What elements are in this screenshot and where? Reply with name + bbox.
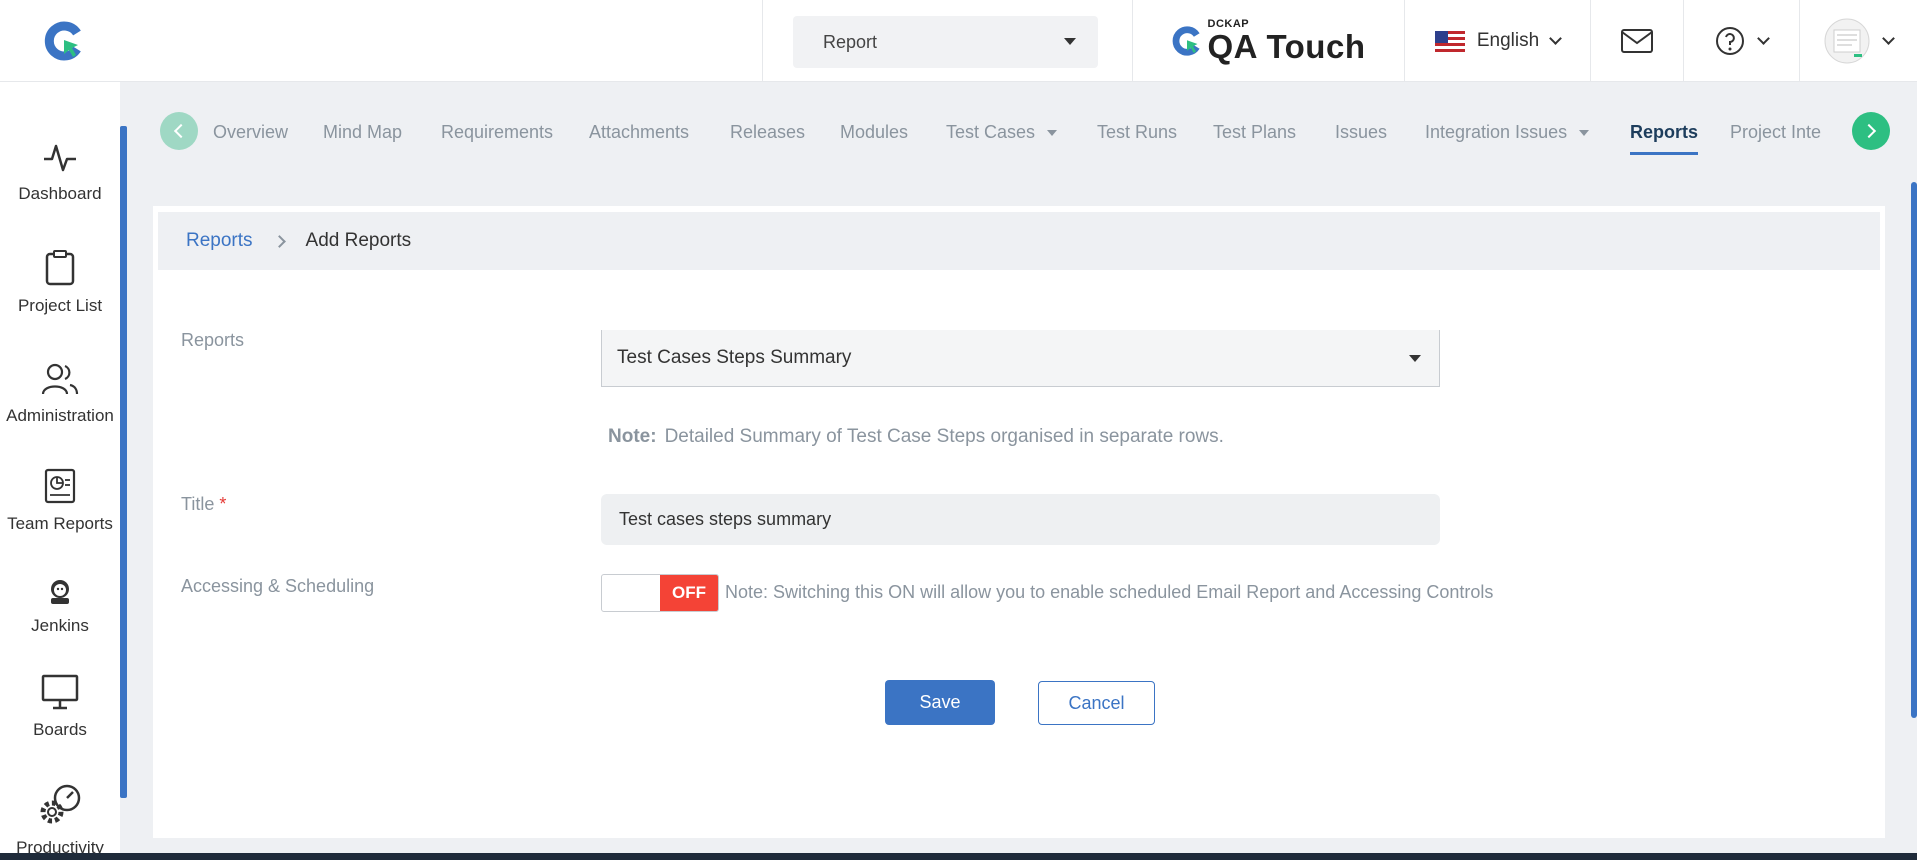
clipboard-icon	[45, 250, 75, 286]
qa-touch-logo-icon	[44, 21, 81, 61]
tab-test-plans[interactable]: Test Plans	[1213, 122, 1296, 143]
sidebar-item-label: Administration	[6, 406, 114, 425]
avatar	[1824, 18, 1870, 64]
sidebar-item-boards[interactable]: Boards	[0, 674, 120, 740]
title-label-text: Title	[181, 494, 215, 514]
sidebar-item-label: Project List	[17, 296, 103, 315]
page-scrollbar[interactable]	[1911, 182, 1917, 718]
accessing-scheduling-label: Accessing & Scheduling	[181, 576, 375, 596]
tab-reports[interactable]: Reports	[1630, 122, 1699, 155]
accessing-scheduling-toggle[interactable]: OFF	[601, 574, 719, 612]
sidebar-item-jenkins[interactable]: Jenkins	[0, 578, 120, 636]
reports-label: Reports	[181, 330, 245, 350]
tab-issues[interactable]: Issues	[1335, 122, 1387, 143]
cancel-button[interactable]: Cancel	[1038, 681, 1155, 725]
project-select-value: Report	[823, 31, 878, 52]
us-flag-icon	[1434, 30, 1465, 52]
user-menu[interactable]	[1799, 0, 1917, 82]
tab-attachments[interactable]: Attachments	[589, 122, 689, 143]
tabs-prev-button[interactable]	[160, 112, 198, 150]
tab-integration-issues[interactable]: Integration Issues	[1425, 122, 1590, 143]
breadcrumb: Reports Add Reports	[158, 212, 1880, 270]
language-selector[interactable]: English	[1404, 0, 1590, 82]
tabs-next-button[interactable]	[1852, 112, 1890, 150]
breadcrumb-reports-link[interactable]: Reports	[186, 230, 253, 252]
report-type-select[interactable]: Test Cases Steps Summary	[601, 330, 1440, 387]
project-select[interactable]: Report	[793, 16, 1098, 68]
report-icon	[44, 468, 76, 504]
tab-releases[interactable]: Releases	[730, 122, 805, 143]
report-type-value: Test Cases Steps Summary	[617, 347, 852, 368]
help-icon	[1716, 27, 1744, 55]
brand-cell: DCKAP QA Touch	[1132, 0, 1404, 82]
sidebar-item-team-reports[interactable]: Team Reports	[0, 468, 120, 534]
title-label: Title *	[181, 494, 226, 515]
presentation-board-icon	[41, 674, 79, 710]
sidebar-item-administration[interactable]: Administration	[0, 362, 120, 426]
gear-speed-icon	[40, 784, 81, 824]
chevron-left-icon	[173, 123, 189, 139]
tab-requirements[interactable]: Requirements	[441, 122, 553, 143]
tab-test-runs[interactable]: Test Runs	[1097, 122, 1177, 143]
caret-down-icon	[1579, 130, 1590, 137]
chevron-right-icon	[272, 234, 286, 248]
sidebar-item-label: Jenkins	[31, 616, 89, 635]
qa-touch-brand-icon	[1172, 26, 1200, 56]
caret-down-icon	[1047, 130, 1058, 137]
sidebar-item-label: Dashboard	[18, 184, 102, 203]
note-label: Note:	[608, 426, 657, 447]
sidebar-item-productivity[interactable]: Productivity	[0, 782, 120, 858]
toggle-state: OFF	[660, 575, 718, 611]
brand-logo: DCKAP QA Touch	[1172, 19, 1366, 63]
add-report-card: Reports Add Reports Reports Test Cases S…	[153, 206, 1885, 838]
sidebar-item-label: Team Reports	[7, 514, 113, 533]
chevron-down-icon	[1882, 32, 1895, 45]
activity-icon	[44, 144, 76, 172]
tab-project-integrations[interactable]: Project Inte	[1730, 122, 1821, 143]
chevron-down-icon	[1549, 32, 1563, 45]
tab-test-cases[interactable]: Test Cases	[946, 122, 1058, 143]
tab-modules[interactable]: Modules	[840, 122, 908, 143]
brand-name: QA Touch	[1207, 28, 1366, 65]
chevron-right-icon	[1861, 123, 1877, 139]
tab-label: Integration Issues	[1425, 122, 1568, 142]
mail-icon	[1621, 29, 1653, 53]
sidebar-item-label: Boards	[33, 720, 87, 739]
save-button[interactable]: Save	[885, 680, 995, 725]
tab-overview[interactable]: Overview	[213, 122, 288, 143]
chevron-down-icon	[1757, 32, 1770, 45]
help-menu[interactable]	[1683, 0, 1799, 82]
bottom-strip	[0, 853, 1917, 860]
sidebar-scroll-indicator[interactable]	[120, 126, 127, 798]
breadcrumb-current: Add Reports	[305, 230, 412, 251]
sidebar-item-dashboard[interactable]: Dashboard	[0, 142, 120, 204]
sidebar-item-project-list[interactable]: Project List	[0, 250, 120, 316]
toggle-note: Note: Switching this ON will allow you t…	[725, 582, 1494, 602]
app-logo[interactable]	[0, 0, 127, 82]
required-marker: *	[219, 494, 227, 514]
language-label: English	[1476, 30, 1540, 51]
jenkins-icon	[51, 580, 69, 604]
top-header: Report DCKAP QA Touch English	[0, 0, 1917, 82]
project-tabs: Overview Mind Map Requirements Attachmen…	[127, 82, 1917, 182]
users-icon	[41, 363, 79, 395]
caret-down-icon	[1064, 38, 1076, 45]
tab-mind-map[interactable]: Mind Map	[323, 122, 402, 143]
mail-button[interactable]	[1590, 0, 1683, 82]
report-note: Note: Detailed Summary of Test Case Steps…	[608, 426, 1224, 448]
left-sidebar: Dashboard Project List Administration Te…	[0, 82, 120, 860]
title-input[interactable]	[601, 494, 1440, 545]
note-text: Detailed Summary of Test Case Steps orga…	[664, 426, 1224, 447]
caret-down-icon	[1409, 355, 1421, 362]
tab-label: Test Cases	[946, 122, 1036, 142]
